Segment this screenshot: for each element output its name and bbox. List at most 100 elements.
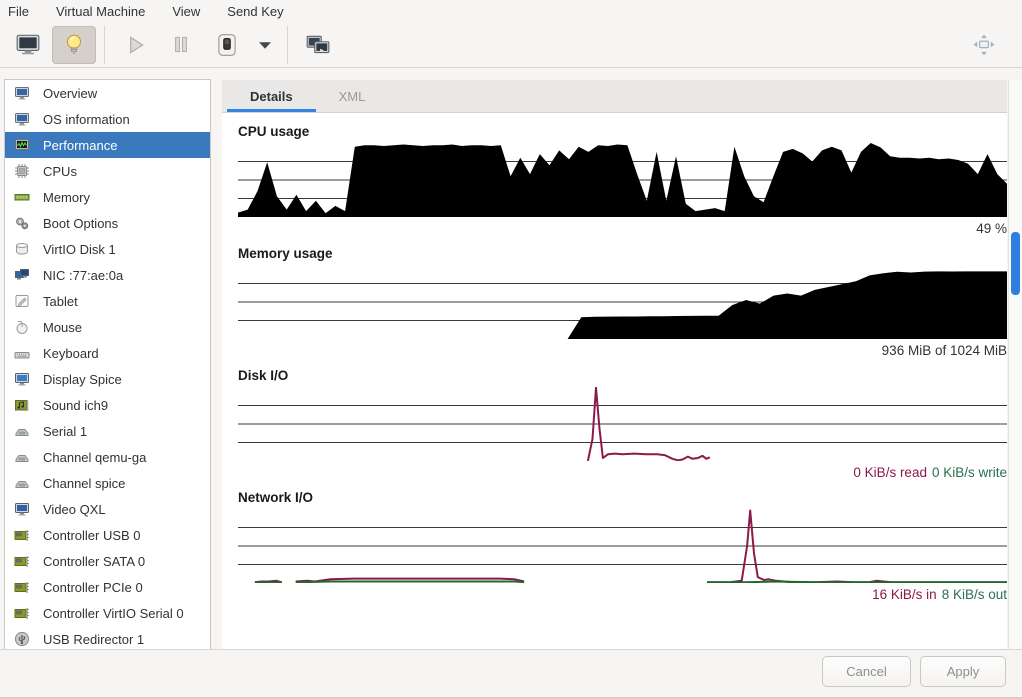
- fullscreen-button: [962, 26, 1006, 64]
- memory-mib-series: [238, 271, 1007, 339]
- sidebar-item-controller-usb-0[interactable]: Controller USB 0: [5, 522, 210, 548]
- sidebar-item-tablet[interactable]: Tablet: [5, 288, 210, 314]
- sidebar-item-mouse[interactable]: Mouse: [5, 314, 210, 340]
- channel-icon: [14, 475, 30, 491]
- sidebar-item-sound-ich9[interactable]: Sound ich9: [5, 392, 210, 418]
- pause-button: [159, 26, 203, 64]
- sidebar-item-label: Channel spice: [43, 476, 125, 491]
- sidebar-item-label: CPUs: [43, 164, 77, 179]
- tablet-icon: [14, 293, 30, 309]
- shutdown-menu-button[interactable]: [251, 26, 279, 64]
- cancel-button[interactable]: Cancel: [822, 656, 911, 687]
- sidebar-item-controller-sata-0[interactable]: Controller SATA 0: [5, 548, 210, 574]
- hardware-list: Overview OS information Performance CPUs Mem…: [4, 79, 211, 652]
- virtual-machine-menu[interactable]: Virtual Machine: [56, 2, 158, 21]
- view-menu[interactable]: View: [172, 2, 213, 21]
- pause-icon: [168, 32, 194, 58]
- console-icon: [15, 32, 41, 58]
- nic-icon: [14, 267, 30, 283]
- show-details-button[interactable]: [52, 26, 96, 64]
- sidebar-item-label: Display Spice: [43, 372, 122, 387]
- sidebar-item-cpus[interactable]: CPUs: [5, 158, 210, 184]
- sidebar-item-performance[interactable]: Performance: [5, 132, 210, 158]
- run-button: [113, 26, 157, 64]
- serial-icon: [14, 423, 30, 439]
- controller-icon: [14, 553, 30, 569]
- keyboard-icon: [14, 345, 30, 361]
- sidebar-item-label: USB Redirector 1: [43, 632, 144, 647]
- shutdown-icon: [214, 32, 240, 58]
- sidebar-item-controller-pcie-0[interactable]: Controller PCIe 0: [5, 574, 210, 600]
- tab-details[interactable]: Details: [227, 80, 316, 112]
- cpu-icon: [14, 163, 30, 179]
- cpu-percent-series: [238, 143, 1007, 217]
- stat-value: 8 KiB/s out: [942, 587, 1007, 602]
- sound-icon: [14, 397, 30, 413]
- chart-title: CPU usage: [238, 124, 1007, 139]
- performance-icon: [14, 137, 30, 153]
- mouse-icon: [14, 319, 30, 335]
- sidebar-item-label: Mouse: [43, 320, 82, 335]
- monitor-icon: [14, 111, 30, 127]
- play-icon: [122, 32, 148, 58]
- cpu-usage-stat: 49 %: [238, 221, 1007, 236]
- stat-value: 936 MiB of 1024 MiB: [882, 343, 1007, 358]
- displays-icon: [305, 32, 331, 58]
- sidebar-item-label: Overview: [43, 86, 97, 101]
- shutdown-button[interactable]: [205, 26, 249, 64]
- file-menu[interactable]: File: [8, 2, 42, 21]
- tab-xml[interactable]: XML: [316, 80, 389, 112]
- sidebar-item-serial-1[interactable]: Serial 1: [5, 418, 210, 444]
- sidebar-item-channel-spice[interactable]: Channel spice: [5, 470, 210, 496]
- sidebar-item-label: Performance: [43, 138, 117, 153]
- sidebar-item-display-spice[interactable]: Display Spice: [5, 366, 210, 392]
- tab-bar: DetailsXML: [222, 80, 1007, 113]
- display-icon: [14, 371, 30, 387]
- monitor-icon: [14, 85, 30, 101]
- sidebar-item-label: Keyboard: [43, 346, 99, 361]
- network-i-o-stat: 16 KiB/s in 8 KiB/s out: [238, 587, 1007, 602]
- sidebar-item-label: Sound ich9: [43, 398, 108, 413]
- send-key-menu[interactable]: Send Key: [227, 2, 296, 21]
- sidebar-item-virtio-disk-1[interactable]: VirtIO Disk 1: [5, 236, 210, 262]
- sidebar-item-nic-77-ae-0a[interactable]: NIC :77:ae:0a: [5, 262, 210, 288]
- sidebar-item-label: Controller USB 0: [43, 528, 141, 543]
- usb-icon: [14, 631, 30, 647]
- controller-icon: [14, 605, 30, 621]
- sidebar-item-os-information[interactable]: OS information: [5, 106, 210, 132]
- channel-icon: [14, 449, 30, 465]
- details-scrollbar[interactable]: [1008, 80, 1022, 650]
- displays-button[interactable]: [296, 26, 340, 64]
- sidebar-item-memory[interactable]: Memory: [5, 184, 210, 210]
- toolbar-separator: [104, 26, 105, 64]
- vm-details-window: File Virtual Machine View Send Key Overview…: [0, 0, 1022, 698]
- network-out-series: [296, 582, 524, 583]
- stat-value: 16 KiB/s in: [872, 587, 937, 602]
- controller-icon: [14, 527, 30, 543]
- caret-down-icon: [252, 32, 278, 58]
- disk-icon: [14, 241, 30, 257]
- scrollbar-thumb[interactable]: [1011, 232, 1020, 295]
- sidebar-item-channel-qemu-ga[interactable]: Channel qemu-ga: [5, 444, 210, 470]
- memory-usage-chart: Memory usage936 MiB of 1024 MiB: [238, 246, 1007, 358]
- sidebar-item-label: Serial 1: [43, 424, 87, 439]
- memory-usage-stat: 936 MiB of 1024 MiB: [238, 343, 1007, 358]
- toolbar: [0, 22, 1022, 68]
- sidebar-item-label: Video QXL: [43, 502, 106, 517]
- sidebar-item-label: Channel qemu-ga: [43, 450, 146, 465]
- sidebar-item-video-qxl[interactable]: Video QXL: [5, 496, 210, 522]
- sidebar-item-label: Boot Options: [43, 216, 118, 231]
- sidebar-item-overview[interactable]: Overview: [5, 80, 210, 106]
- sidebar-item-label: Controller PCIe 0: [43, 580, 143, 595]
- disk-i-o-plot: [238, 387, 1007, 461]
- sidebar-item-boot-options[interactable]: Boot Options: [5, 210, 210, 236]
- show-console-button[interactable]: [6, 26, 50, 64]
- sidebar-item-label: NIC :77:ae:0a: [43, 268, 123, 283]
- menubar: File Virtual Machine View Send Key: [0, 0, 1022, 22]
- apply-button[interactable]: Apply: [920, 656, 1006, 687]
- controller-icon: [14, 579, 30, 595]
- stat-value: 49 %: [976, 221, 1007, 236]
- sidebar-item-keyboard[interactable]: Keyboard: [5, 340, 210, 366]
- stat-value: 0 KiB/s read: [853, 465, 927, 480]
- sidebar-item-controller-virtio-serial-0[interactable]: Controller VirtIO Serial 0: [5, 600, 210, 626]
